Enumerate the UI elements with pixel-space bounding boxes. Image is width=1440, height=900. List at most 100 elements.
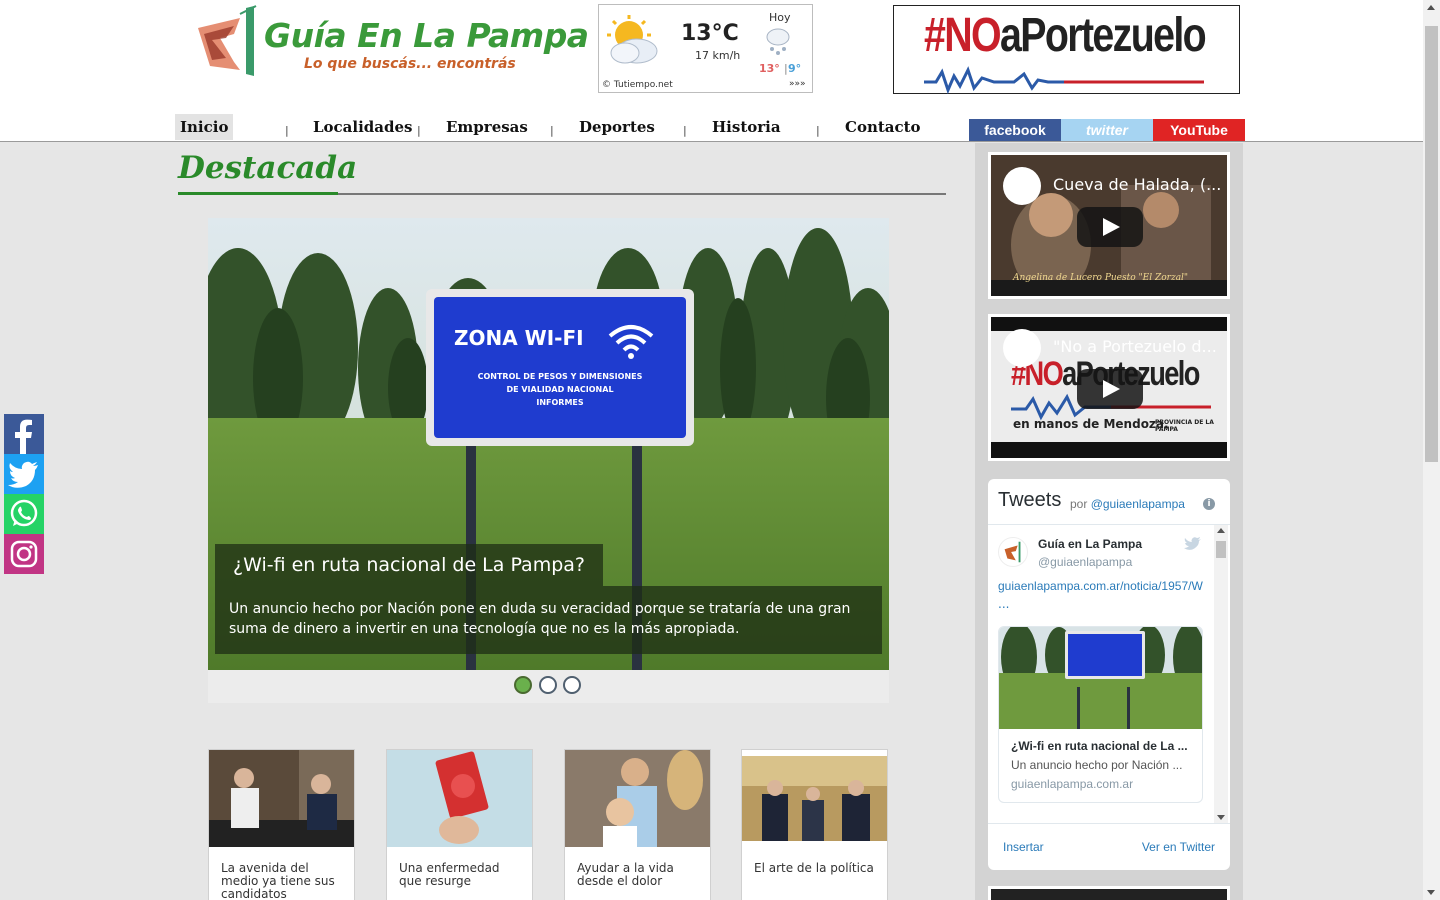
tweets-scrollbar[interactable] — [1214, 525, 1228, 823]
weather-wind: 17 km/h — [695, 49, 741, 62]
weather-source-link[interactable]: © Tutiempo.net — [602, 80, 673, 90]
partly-cloudy-icon — [607, 15, 658, 64]
twitter-icon — [8, 461, 38, 488]
tweets-footer: Insertar Ver en Twitter — [988, 823, 1230, 870]
banner-wave-icon — [924, 66, 1204, 94]
nav-separator: | — [417, 124, 421, 137]
nav-separator: | — [285, 124, 289, 137]
tweet-author-name[interactable]: Guía en La Pampa — [1038, 537, 1142, 551]
scroll-down-icon[interactable] — [1217, 815, 1225, 820]
sign-line: CONTROL DE PESOS Y DIMENSIONES — [477, 372, 643, 381]
embed-link[interactable]: Insertar — [1003, 840, 1044, 854]
nav-item-historia[interactable]: Historia — [712, 114, 781, 140]
news-card[interactable]: Ayudar a la vida desde el dolor — [564, 749, 711, 900]
twitter-timeline: Tweets por @guiaenlapampa i Guía en La P… — [988, 479, 1230, 870]
youtube-video-2[interactable]: #NOaPortezuelo en manos de Mendoza. PROV… — [988, 314, 1230, 461]
weather-today-label: Hoy — [769, 11, 791, 24]
site-header: Guía En La Pampa Lo que buscás... encont… — [0, 0, 1423, 142]
twitter-bird-icon[interactable] — [1184, 537, 1202, 551]
nav-separator: | — [816, 124, 820, 137]
site-tagline: Lo que buscás... encontrás — [304, 56, 516, 72]
tweets-account-link[interactable]: @guiaenlapampa — [1091, 497, 1185, 511]
tweet-ellipsis: ... — [998, 597, 1010, 611]
nav-item-empresas[interactable]: Empresas — [446, 114, 528, 140]
video-caption: en manos de Mendoza. — [1013, 417, 1169, 431]
facebook-button[interactable]: facebook — [969, 119, 1061, 141]
wifi-icon — [608, 325, 654, 359]
channel-logo-icon — [1003, 329, 1041, 367]
logo-mark-icon — [198, 5, 257, 76]
nav-separator: | — [683, 124, 687, 137]
youtube-video-1[interactable]: Cueva de Halada, (... Angelina de Lucero… — [988, 152, 1230, 299]
tweets-heading: Tweets — [998, 489, 1062, 511]
tweets-by-label: por — [1070, 497, 1088, 511]
news-card-title: El arte de la política — [754, 861, 874, 875]
twitter-button[interactable]: twitter — [1061, 119, 1153, 141]
nav-item-inicio[interactable]: Inicio — [175, 114, 234, 140]
sign-line: DE VIALIDAD NACIONAL — [506, 385, 614, 394]
scroll-up-icon[interactable] — [1427, 5, 1435, 10]
tweet-card-title: ¿Wi-fi en ruta nacional de La ... — [1011, 739, 1188, 753]
share-instagram-button[interactable] — [4, 534, 44, 574]
youtube-button[interactable]: YouTube — [1153, 119, 1245, 141]
youtube-video-3[interactable] — [988, 886, 1230, 900]
tweets-by: por @guiaenlapampa — [1070, 497, 1185, 511]
divider — [988, 524, 1230, 525]
nav-item-deportes[interactable]: Deportes — [579, 114, 655, 140]
avatar[interactable] — [998, 537, 1028, 567]
news-card[interactable]: La avenida del medio ya tiene sus candid… — [208, 749, 355, 900]
scroll-up-icon[interactable] — [1217, 528, 1225, 533]
video-title: Cueva de Halada, (... — [1053, 175, 1222, 194]
weather-low: 9° — [788, 62, 802, 75]
play-icon[interactable] — [1077, 369, 1143, 409]
news-card-image — [209, 750, 354, 847]
tweet-card-image — [999, 627, 1202, 729]
news-card-title: Una enfermedad que resurge — [399, 861, 500, 888]
sign-title: ZONA WI-FI — [454, 326, 584, 350]
site-logo[interactable]: Guía En La Pampa Lo que buscás... encont… — [190, 4, 589, 78]
no-a-portezuelo-banner[interactable]: #NOaPortezuelo — [893, 5, 1240, 94]
featured-slider[interactable]: ZONA WI-FI CONTROL DE PESOS Y DIMENSIONE… — [208, 218, 889, 703]
news-card-title: La avenida del medio ya tiene sus candid… — [221, 861, 335, 900]
news-card[interactable]: El arte de la política — [741, 749, 888, 900]
scrollbar-thumb[interactable] — [1425, 26, 1438, 462]
news-card-image — [565, 750, 710, 847]
banner-main: aPortezuelo — [1000, 9, 1207, 62]
scrollbar-thumb[interactable] — [1216, 541, 1226, 558]
weather-more-link[interactable]: »»» — [789, 79, 806, 89]
site-title: Guía En La Pampa — [264, 16, 589, 55]
share-whatsapp-button[interactable] — [4, 494, 44, 534]
province-label: PROVINCIA DE LA PAMPA — [1155, 419, 1214, 433]
channel-logo-icon — [1003, 167, 1041, 205]
slider-dot-1[interactable] — [514, 676, 532, 694]
page-scrollbar[interactable] — [1423, 0, 1440, 900]
nav-item-contacto[interactable]: Contacto — [845, 114, 921, 140]
slider-dot-2[interactable] — [539, 676, 557, 694]
scroll-down-icon[interactable] — [1427, 890, 1435, 895]
slide-caption-text: Un anuncio hecho por Nación pone en duda… — [215, 586, 882, 654]
sign-text: CONTROL DE PESOS Y DIMENSIONES DE VIALID… — [446, 370, 674, 409]
share-facebook-button[interactable] — [4, 414, 44, 454]
info-icon[interactable]: i — [1203, 498, 1215, 510]
instagram-icon — [10, 540, 38, 568]
snow-cloud-icon — [766, 28, 790, 55]
tweet-card-domain: guiaenlapampa.com.ar — [1011, 777, 1134, 791]
section-divider-accent — [178, 192, 338, 195]
slide-caption-title[interactable]: ¿Wi-fi en ruta nacional de La Pampa? — [215, 544, 603, 586]
tweet-card[interactable]: ¿Wi-fi en ruta nacional de La ... Un anu… — [998, 626, 1203, 803]
nav-item-localidades[interactable]: Localidades — [313, 114, 413, 140]
slider-dot-3[interactable] — [563, 676, 581, 694]
tweet-link[interactable]: guiaenlapampa.com.ar/noticia/1957/W — [998, 579, 1208, 593]
weather-widget[interactable]: 13°C 17 km/h Hoy 13° | 9° © Tutiempo.net… — [598, 4, 813, 93]
video-caption: Angelina de Lucero Puesto "El Zorzal" — [1013, 273, 1189, 283]
view-on-twitter-link[interactable]: Ver en Twitter — [1142, 840, 1215, 854]
sign-line: INFORMES — [536, 398, 584, 407]
news-card[interactable]: Una enfermedad que resurge — [386, 749, 533, 900]
news-card-image — [387, 750, 532, 847]
nav-separator: | — [550, 124, 554, 137]
share-twitter-button[interactable] — [4, 454, 44, 494]
play-icon[interactable] — [1077, 207, 1143, 247]
weather-temperature: 13°C — [681, 21, 739, 46]
tweet-author-handle[interactable]: @guiaenlapampa — [1038, 555, 1132, 569]
news-card-image — [742, 756, 887, 841]
